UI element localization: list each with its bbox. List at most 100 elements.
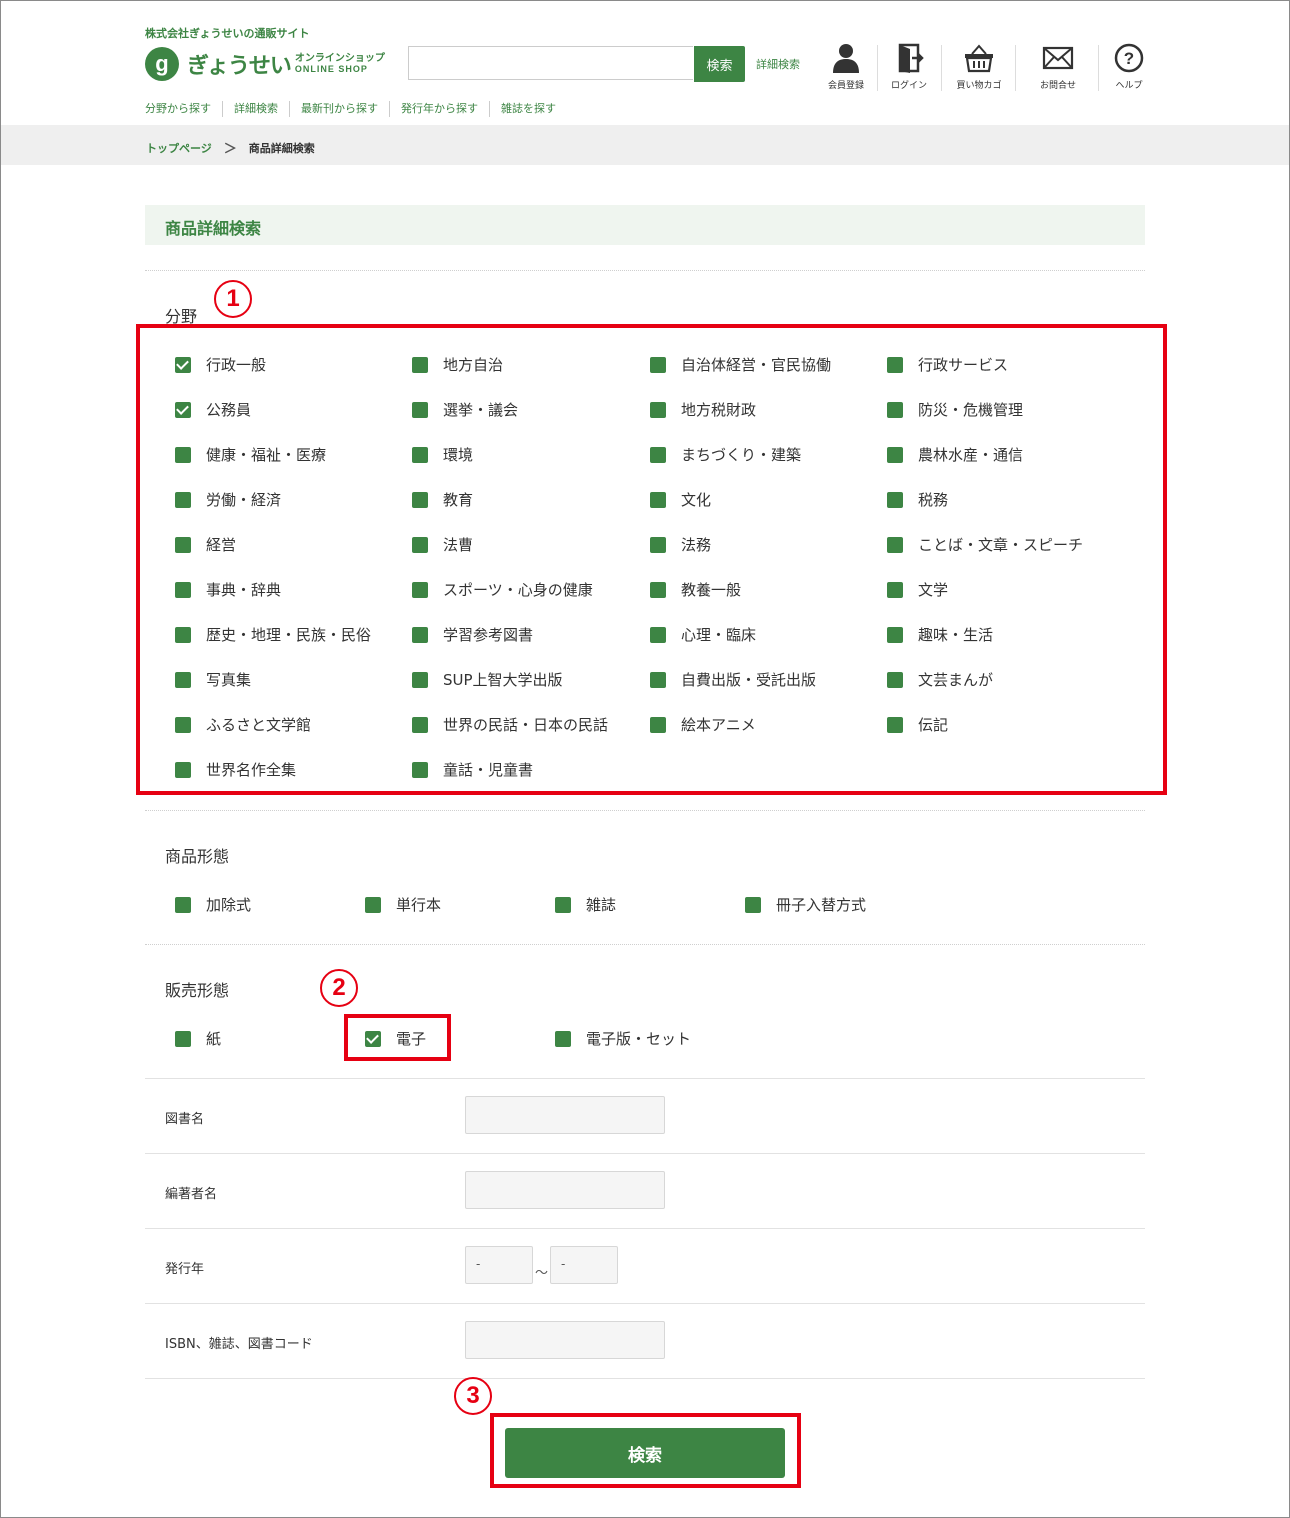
field-checkbox[interactable]: 行政サービス [887,354,1008,375]
product-form-checkbox[interactable]: 冊子入替方式 [745,894,866,915]
login-button[interactable]: ログイン [879,42,939,91]
field-checkbox[interactable]: 世界の民話・日本の民話 [412,714,608,735]
year-from-select[interactable]: - [465,1246,533,1284]
checkbox-icon[interactable] [887,491,903,508]
field-checkbox[interactable]: 法務 [650,534,711,555]
checkbox-icon[interactable] [175,491,191,508]
field-checkbox[interactable]: スポーツ・心身の健康 [412,579,593,600]
field-checkbox[interactable]: 心理・臨床 [650,624,756,645]
checkbox-icon[interactable] [412,356,428,373]
author-input[interactable] [465,1171,665,1209]
subnav-new-releases[interactable]: 最新刊から探す [289,101,389,117]
help-button[interactable]: ? ヘルプ [1099,42,1159,91]
field-checkbox[interactable]: 選挙・議会 [412,399,518,420]
checkbox-icon[interactable] [412,536,428,553]
subnav-magazines[interactable]: 雑誌を探す [489,101,567,117]
field-checkbox[interactable]: 伝記 [887,714,948,735]
sales-form-checkbox[interactable]: 紙 [175,1028,221,1049]
sales-form-checkbox[interactable]: 電子版・セット [555,1028,691,1049]
checkbox-icon[interactable] [887,671,903,688]
field-checkbox[interactable]: ふるさと文学館 [175,714,311,735]
search-submit-button[interactable]: 検索 [505,1428,785,1478]
subnav-by-field[interactable]: 分野から探す [145,101,222,117]
checkbox-checked-icon[interactable] [175,401,191,418]
member-register-button[interactable]: 会員登録 [816,42,876,91]
checkbox-icon[interactable] [175,716,191,733]
field-checkbox[interactable]: 世界名作全集 [175,759,296,780]
field-checkbox[interactable]: 労働・経済 [175,489,281,510]
field-checkbox[interactable]: 税務 [887,489,948,510]
checkbox-icon[interactable] [650,626,666,643]
checkbox-icon[interactable] [650,536,666,553]
product-form-checkbox[interactable]: 雑誌 [555,894,616,915]
cart-button[interactable]: 買い物カゴ [949,42,1009,91]
checkbox-icon[interactable] [412,491,428,508]
field-checkbox[interactable]: 教育 [412,489,473,510]
checkbox-icon[interactable] [175,1030,191,1047]
field-checkbox[interactable]: 文化 [650,489,711,510]
field-checkbox[interactable]: 学習参考図書 [412,624,533,645]
checkbox-icon[interactable] [745,896,761,913]
book-name-input[interactable] [465,1096,665,1134]
field-checkbox[interactable]: 趣味・生活 [887,624,993,645]
checkbox-icon[interactable] [887,536,903,553]
checkbox-icon[interactable] [555,1030,571,1047]
checkbox-icon[interactable] [650,671,666,688]
checkbox-checked-icon[interactable] [365,1030,381,1047]
field-checkbox[interactable]: 防災・危機管理 [887,399,1023,420]
isbn-input[interactable] [465,1321,665,1359]
breadcrumb-home[interactable]: トップページ [146,140,212,156]
field-checkbox[interactable]: 教養一般 [650,579,741,600]
field-checkbox[interactable]: 自費出版・受託出版 [650,669,816,690]
checkbox-icon[interactable] [650,356,666,373]
field-checkbox[interactable]: 健康・福祉・医療 [175,444,326,465]
field-checkbox[interactable]: 事典・辞典 [175,579,281,600]
checkbox-icon[interactable] [887,581,903,598]
checkbox-icon[interactable] [555,896,571,913]
checkbox-icon[interactable] [365,896,381,913]
checkbox-icon[interactable] [412,446,428,463]
checkbox-icon[interactable] [887,401,903,418]
field-checkbox[interactable]: SUP上智大学出版 [412,669,563,690]
checkbox-icon[interactable] [650,491,666,508]
field-checkbox[interactable]: 絵本アニメ [650,714,756,735]
product-form-checkbox[interactable]: 加除式 [175,894,251,915]
checkbox-icon[interactable] [650,716,666,733]
subnav-by-year[interactable]: 発行年から探す [389,101,489,117]
field-checkbox[interactable]: 法曹 [412,534,473,555]
sales-form-checkbox[interactable]: 電子 [365,1028,426,1049]
checkbox-icon[interactable] [887,716,903,733]
advanced-search-link[interactable]: 詳細検索 [756,56,800,72]
header-search-button[interactable]: 検索 [694,46,745,82]
checkbox-icon[interactable] [412,671,428,688]
subnav-detail-search[interactable]: 詳細検索 [222,101,289,117]
checkbox-icon[interactable] [412,761,428,778]
field-checkbox[interactable]: 自治体経営・官民協働 [650,354,831,375]
field-checkbox[interactable]: 文学 [887,579,948,600]
field-checkbox[interactable]: 農林水産・通信 [887,444,1023,465]
site-logo[interactable]: g ぎょうせい オンラインショップ ONLINE SHOP [145,46,385,82]
field-checkbox[interactable]: 文芸まんが [887,669,993,690]
checkbox-icon[interactable] [175,581,191,598]
checkbox-icon[interactable] [887,626,903,643]
checkbox-icon[interactable] [650,446,666,463]
checkbox-icon[interactable] [175,761,191,778]
field-checkbox[interactable]: 公務員 [175,399,251,420]
field-checkbox[interactable]: 地方自治 [412,354,503,375]
checkbox-icon[interactable] [412,581,428,598]
field-checkbox[interactable]: 童話・児童書 [412,759,533,780]
field-checkbox[interactable]: 環境 [412,444,473,465]
year-to-select[interactable]: - [550,1246,618,1284]
field-checkbox[interactable]: 歴史・地理・民族・民俗 [175,624,371,645]
checkbox-icon[interactable] [887,446,903,463]
checkbox-icon[interactable] [175,446,191,463]
header-search-input[interactable] [408,46,693,80]
field-checkbox[interactable]: 写真集 [175,669,251,690]
checkbox-icon[interactable] [175,671,191,688]
product-form-checkbox[interactable]: 単行本 [365,894,441,915]
checkbox-icon[interactable] [175,626,191,643]
field-checkbox[interactable]: 行政一般 [175,354,266,375]
field-checkbox[interactable]: ことば・文章・スピーチ [887,534,1083,555]
checkbox-icon[interactable] [412,716,428,733]
checkbox-icon[interactable] [412,401,428,418]
